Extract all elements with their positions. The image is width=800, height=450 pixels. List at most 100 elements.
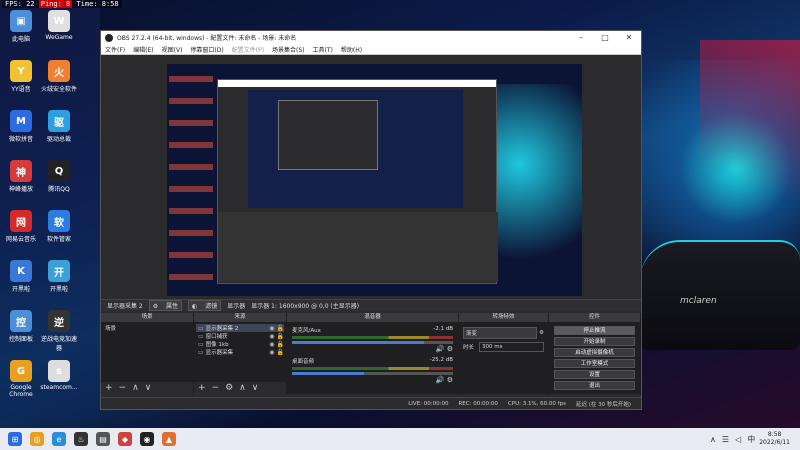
app-icon: 软 — [48, 210, 70, 232]
rec-status: REC: 00:00:00 — [458, 400, 498, 407]
speaker-icon[interactable]: 🔊 — [436, 376, 445, 384]
source-item[interactable]: ▭ 显示器采集 2 ◉ 🔓 — [196, 324, 284, 332]
studio-mode-button[interactable]: 工作室模式 — [554, 359, 635, 368]
source-settings-icon[interactable]: ⚙ — [225, 383, 233, 393]
duration-input[interactable]: 300 ms — [479, 342, 544, 352]
transitions-panel: 转场特效 渐变 ⚙ 时长 300 ms — [459, 313, 549, 395]
chrome-icon[interactable]: ◎ — [30, 432, 44, 446]
transition-select[interactable]: 渐变 — [463, 327, 538, 339]
exit-button[interactable]: 退出 — [554, 381, 635, 390]
virtual-camera-button[interactable]: 启动虚拟摄像机 — [554, 348, 635, 357]
desktop-icon[interactable]: 开开黑啦 — [40, 260, 78, 293]
settings-button[interactable]: 设置 — [554, 370, 635, 379]
obs-titlebar[interactable]: OBS 27.2.4 (64-bit, windows) - 配置文件: 未命名… — [101, 31, 641, 44]
move-up-icon[interactable]: ∧ — [132, 383, 139, 393]
desktop-icon[interactable]: 网网易云音乐 — [2, 210, 40, 243]
fps-overlay: FPS: 22 Ping: 8 Time: 8:58 — [2, 0, 122, 8]
desktop-icon[interactable]: Q 腾讯QQ — [40, 160, 78, 193]
menu-tools[interactable]: 工具(T) — [313, 45, 333, 54]
desktop-icon[interactable]: 驱驱动总裁 — [40, 110, 78, 143]
terminal-icon[interactable]: ▤ — [96, 432, 110, 446]
filters-button[interactable]: ◐ 滤镜 — [188, 300, 222, 311]
volume-slider[interactable] — [292, 372, 453, 375]
desktop-icon[interactable]: 神神峰播放 — [2, 160, 40, 193]
desktop-icon[interactable]: W WeGame — [40, 10, 78, 41]
sources-panel: 来源 ▭ 显示器采集 2 ◉ 🔓 ▭ 窗口捕获 ◉ 🔓 ▭ 图像 1kb ◉ 🔓 ▭ 显示器采集 ◉ 🔓… — [194, 313, 287, 395]
gear-icon[interactable]: ⚙ — [447, 345, 453, 353]
remove-scene-icon[interactable]: − — [119, 383, 127, 393]
source-toolbar: 显示器采集 2 ⚙ 属性 ◐ 滤镜 显示器 显示器 1: 1600x900 @ … — [101, 299, 641, 311]
desktop-icon[interactable]: 软软件管家 — [40, 210, 78, 243]
menu-docks[interactable]: 停靠窗口(D) — [190, 45, 223, 54]
display-select[interactable]: 显示器 1: 1600x900 @ 0,0 (主显示器) — [251, 301, 359, 310]
selected-source-name: 显示器采集 2 — [107, 303, 143, 310]
gear-icon[interactable]: ⚙ — [447, 376, 453, 384]
scene-item[interactable]: 场景 — [103, 324, 191, 332]
app-icon: M — [10, 110, 32, 132]
mixer-panel: 混音器 麦克风/Aux -2.1 dB 🔊 ⚙ 桌面音频 -25.2 dB 🔊 ⚙ — [287, 313, 459, 395]
app-icon: Y — [10, 60, 32, 82]
sources-title: 来源 — [194, 313, 286, 322]
menu-profile[interactable]: 配置文件(P) — [232, 45, 264, 54]
maximize-icon[interactable]: □ — [593, 33, 617, 42]
desktop-icon[interactable]: M 微软拼音 — [2, 110, 40, 143]
obs-statusbar: LIVE: 00:00:00 REC: 00:00:00 CPU: 3.1%, … — [101, 397, 641, 409]
stop-stream-button[interactable]: 停止推流 — [554, 326, 635, 335]
remove-source-icon[interactable]: − — [212, 383, 220, 393]
desktop-icon[interactable]: ▣ 此电脑 — [2, 10, 40, 43]
source-item[interactable]: ▭ 显示器采集 ◉ 🔓 — [196, 348, 284, 357]
obs-preview[interactable] — [167, 64, 582, 296]
desktop-icon[interactable]: K 开黑啦 — [2, 260, 40, 293]
game-icon[interactable]: ◆ — [118, 432, 132, 446]
edge-icon[interactable]: e — [52, 432, 66, 446]
mixer-channel: 桌面音频 -25.2 dB 🔊 ⚙ — [292, 357, 453, 384]
chevron-up-icon[interactable]: ∧ — [710, 435, 716, 444]
move-up-icon[interactable]: ∧ — [239, 383, 246, 393]
menu-help[interactable]: 帮助(H) — [341, 45, 362, 54]
volume-slider[interactable] — [292, 341, 453, 344]
desktop-icon[interactable]: s steamcom... — [40, 360, 78, 391]
minimize-icon[interactable]: – — [569, 33, 593, 42]
transition-settings-icon[interactable]: ⚙ — [537, 330, 544, 336]
cpu-status: CPU: 3.1%, 60.00 fps — [507, 400, 566, 407]
add-scene-icon[interactable]: + — [105, 383, 113, 393]
close-icon[interactable]: ✕ — [617, 33, 641, 42]
move-down-icon[interactable]: ∨ — [145, 383, 152, 393]
obs-window[interactable]: OBS 27.2.4 (64-bit, windows) - 配置文件: 未命名… — [100, 30, 642, 410]
windows-start-icon[interactable]: ⊞ — [8, 432, 22, 446]
menu-file[interactable]: 文件(F) — [105, 45, 125, 54]
controls-title: 控件 — [549, 313, 640, 322]
speaker-icon[interactable]: 🔊 — [436, 345, 445, 353]
desktop-icon[interactable]: Y YY语音 — [2, 60, 40, 93]
start-recording-button[interactable]: 开始录制 — [554, 337, 635, 346]
desktop-icon[interactable]: 控控制面板 — [2, 310, 40, 343]
desktop-icon-label: 驱动总裁 — [46, 136, 71, 143]
menu-edit[interactable]: 编辑(E) — [133, 45, 153, 54]
menu-scene-collection[interactable]: 场景集合(S) — [272, 45, 305, 54]
wallpaper-brand-text: mclaren — [680, 296, 717, 306]
source-item[interactable]: ▭ 窗口捕获 ◉ 🔓 — [196, 332, 284, 341]
volume-icon[interactable]: ◁ — [735, 435, 741, 444]
add-source-icon[interactable]: + — [198, 383, 206, 393]
controls-panel: 控件 停止推流 开始录制 启动虚拟摄像机 工作室模式 设置 退出 — [549, 313, 641, 395]
steam-icon[interactable]: ♨ — [74, 432, 88, 446]
source-item[interactable]: ▭ 图像 1kb ◉ 🔓 — [196, 340, 284, 349]
desktop-icon[interactable]: 火火绒安全软件 — [40, 60, 78, 93]
desktop-icon-label: 控制面板 — [8, 336, 33, 343]
eye-icon: ◉ — [269, 332, 275, 340]
menu-view[interactable]: 视图(V) — [162, 45, 183, 54]
taskbar-clock[interactable]: 8:58 2022/6/11 — [759, 431, 790, 447]
move-down-icon[interactable]: ∨ — [252, 383, 259, 393]
desktop-icon-label: 逆战电竞加速器 — [40, 336, 77, 352]
properties-button[interactable]: ⚙ 属性 — [148, 300, 183, 311]
desktop-icon[interactable]: 逆逆战电竞加速器 — [40, 310, 78, 352]
desktop-icon[interactable]: G Google Chrome — [2, 360, 40, 398]
ime-icon[interactable]: 中 — [747, 434, 755, 445]
network-icon[interactable]: ☰ — [722, 435, 729, 444]
lock-icon: 🔓 — [276, 340, 284, 348]
app-icon: 开 — [48, 260, 70, 282]
app-taskbar-icon[interactable]: ▲ — [162, 432, 176, 446]
scenes-panel: 场景 场景 + − ∧ ∨ — [101, 313, 194, 395]
desktop-icon-label: 开黑啦 — [11, 286, 30, 293]
obs-taskbar-icon[interactable]: ◉ — [140, 432, 154, 446]
